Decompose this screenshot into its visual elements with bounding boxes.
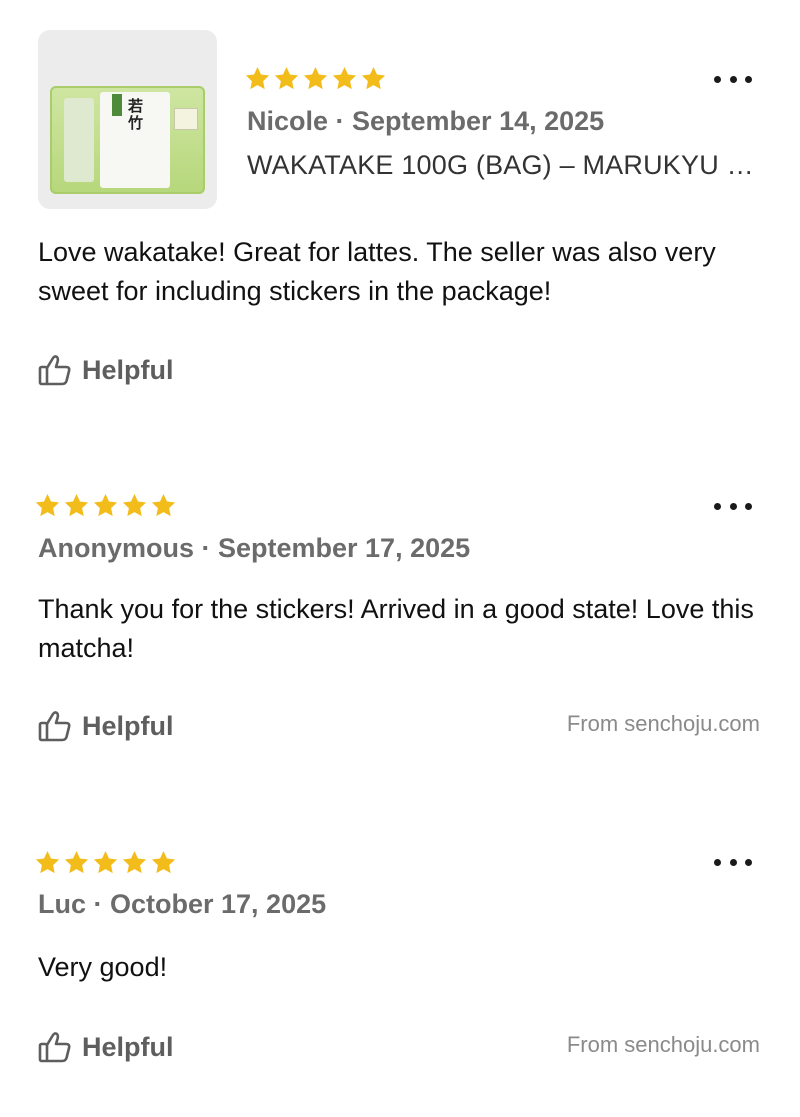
star-icon — [93, 851, 118, 874]
star-rating — [34, 849, 177, 876]
star-icon — [122, 851, 147, 874]
star-icon — [35, 851, 60, 874]
review-card: Luc · October 17, 2025 Very good! Helpfu… — [0, 0, 800, 1117]
star-icon — [64, 851, 89, 874]
star-icon — [151, 851, 176, 874]
helpful-button[interactable]: Helpful — [38, 1031, 174, 1063]
review-meta: Luc · October 17, 2025 — [38, 889, 327, 919]
thumbs-up-icon — [38, 1032, 71, 1063]
ellipsis-icon — [714, 858, 721, 866]
review-body: Very good! — [38, 952, 168, 982]
more-options-button[interactable] — [714, 857, 752, 867]
review-source: From senchoju.com — [566, 1032, 760, 1057]
helpful-label: Helpful — [82, 1031, 174, 1062]
